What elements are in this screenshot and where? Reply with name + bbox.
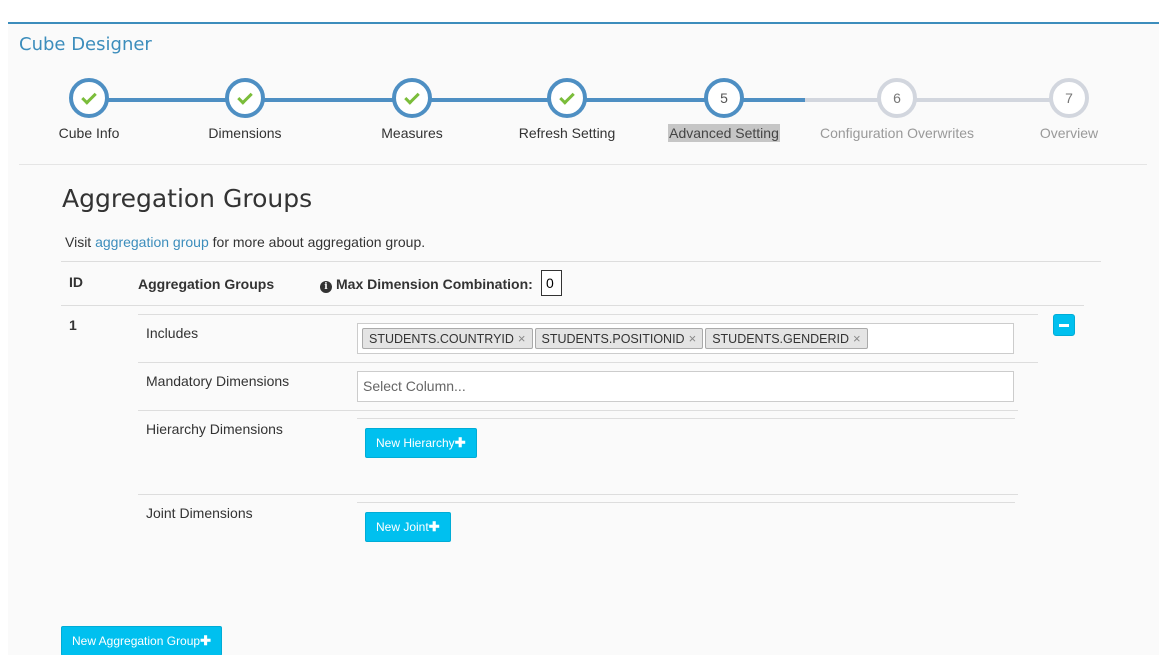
divider (19, 164, 1147, 165)
row-divider (357, 502, 1015, 503)
new-joint-button[interactable]: New Joint✚ (365, 512, 451, 542)
step-label: Configuration Overwrites (819, 125, 975, 141)
table-top-border (61, 261, 1101, 262)
check-icon (81, 88, 97, 105)
button-label: New Joint (376, 520, 429, 534)
includes-select[interactable]: STUDENTS.COUNTRYID × STUDENTS.POSITIONID × S… (357, 323, 1014, 354)
tag-text: STUDENTS.GENDERID (712, 332, 850, 346)
row-divider (138, 494, 1018, 495)
aggregation-group-link[interactable]: aggregation group (95, 234, 209, 250)
step-label: Refresh Setting (518, 125, 616, 141)
help-prefix: Visit (65, 234, 92, 250)
row-divider (138, 314, 1038, 315)
help-suffix: for more about aggregation group. (212, 234, 426, 250)
button-label: New Aggregation Group (72, 634, 201, 648)
wizard-step-measures[interactable]: Measures (322, 78, 502, 143)
include-tag: STUDENTS.COUNTRYID × (362, 328, 533, 349)
row-divider (138, 410, 1018, 411)
row-divider (138, 362, 1038, 363)
step-circle (225, 78, 265, 118)
max-dimension-combination-label: i Max Dimension Combination: (320, 276, 533, 293)
section-title: Aggregation Groups (62, 184, 313, 213)
plus-icon: ✚ (428, 519, 440, 534)
check-icon (404, 88, 420, 105)
includes-label: Includes (146, 325, 199, 341)
column-header-id: ID (69, 274, 83, 290)
tag-text: STUDENTS.POSITIONID (541, 332, 685, 346)
step-circle (547, 78, 587, 118)
panel-title: Cube Designer (19, 34, 152, 55)
wizard-step-cube-info[interactable]: Cube Info (0, 78, 179, 143)
wizard-steps: Cube Info Dimensions Measures Refresh Se… (8, 78, 1159, 168)
include-tag: STUDENTS.GENDERID × (705, 328, 868, 349)
tag-text: STUDENTS.COUNTRYID (369, 332, 514, 346)
wizard-step-configuration-overwrites[interactable]: 6 Configuration Overwrites (807, 78, 987, 143)
mandatory-dimensions-label: Mandatory Dimensions (146, 373, 290, 389)
step-circle (392, 78, 432, 118)
step-circle: 5 (704, 78, 744, 118)
cube-designer-panel: Cube Designer Cube Info Dimensions Measu… (8, 22, 1159, 655)
plus-icon: ✚ (454, 435, 466, 450)
step-circle: 6 (877, 78, 917, 118)
plus-icon: ✚ (200, 633, 211, 648)
wizard-step-overview[interactable]: 7 Overview (979, 78, 1159, 143)
hierarchy-dimensions-label: Hierarchy Dimensions (146, 421, 283, 437)
max-dimension-combination-input[interactable] (541, 270, 562, 296)
group-id: 1 (69, 317, 77, 333)
remove-icon[interactable]: × (518, 331, 526, 346)
new-aggregation-group-button[interactable]: New Aggregation Group✚ (61, 626, 222, 655)
step-label: Measures (381, 125, 443, 141)
step-label: Advanced Setting (668, 124, 780, 142)
table-header-border (61, 305, 1084, 306)
step-circle: 7 (1049, 78, 1089, 118)
button-label: New Hierarchy (376, 436, 455, 450)
check-icon (559, 88, 575, 105)
remove-icon[interactable]: × (689, 331, 697, 346)
wizard-step-refresh-setting[interactable]: Refresh Setting (477, 78, 657, 143)
new-hierarchy-button[interactable]: New Hierarchy✚ (365, 428, 477, 458)
step-label: Overview (1039, 125, 1099, 141)
step-circle (69, 78, 109, 118)
remove-group-button[interactable] (1053, 314, 1075, 336)
row-divider (357, 418, 1015, 419)
remove-icon[interactable]: × (853, 331, 861, 346)
step-label: Dimensions (208, 125, 282, 141)
wizard-step-advanced-setting[interactable]: 5 Advanced Setting (634, 78, 814, 143)
max-label-text: Max Dimension Combination: (336, 276, 533, 292)
check-icon (237, 88, 253, 105)
joint-dimensions-label: Joint Dimensions (146, 505, 253, 521)
minus-icon (1059, 324, 1069, 327)
mandatory-dimensions-select[interactable]: Select Column... (357, 371, 1014, 402)
step-label: Cube Info (58, 125, 120, 141)
column-header-aggregation-groups: Aggregation Groups (138, 276, 275, 292)
wizard-step-dimensions[interactable]: Dimensions (155, 78, 335, 143)
help-text: Visit aggregation group for more about a… (65, 234, 425, 250)
info-icon[interactable]: i (320, 281, 332, 293)
include-tag: STUDENTS.POSITIONID × (534, 328, 704, 349)
